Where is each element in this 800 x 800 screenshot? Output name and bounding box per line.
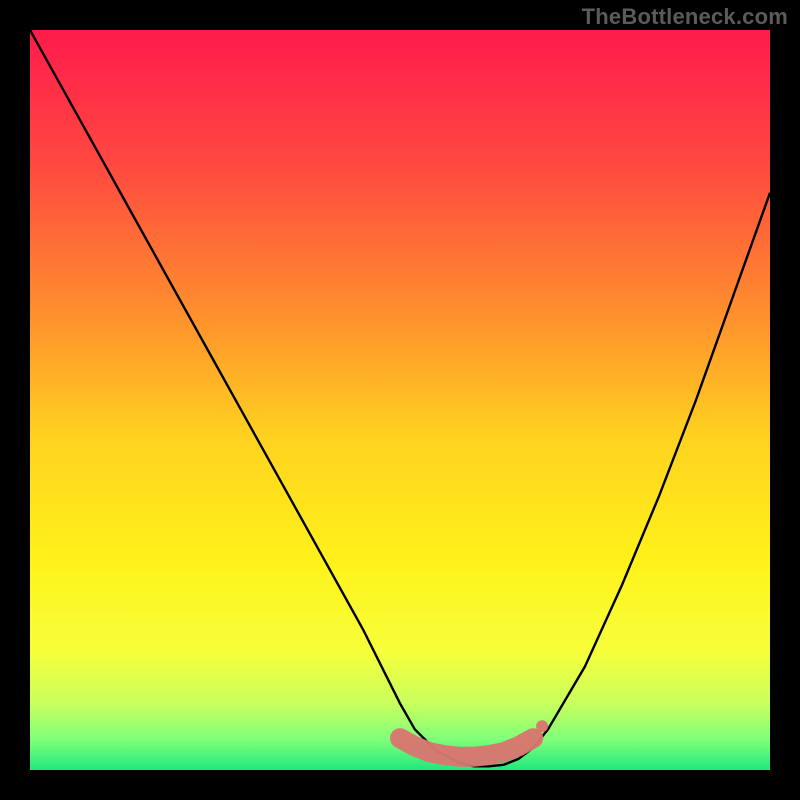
bottleneck-curve-chart (30, 30, 770, 770)
plot-area (30, 30, 770, 770)
gradient-background (30, 30, 770, 770)
chart-frame: TheBottleneck.com (0, 0, 800, 800)
watermark-label: TheBottleneck.com (582, 4, 788, 30)
